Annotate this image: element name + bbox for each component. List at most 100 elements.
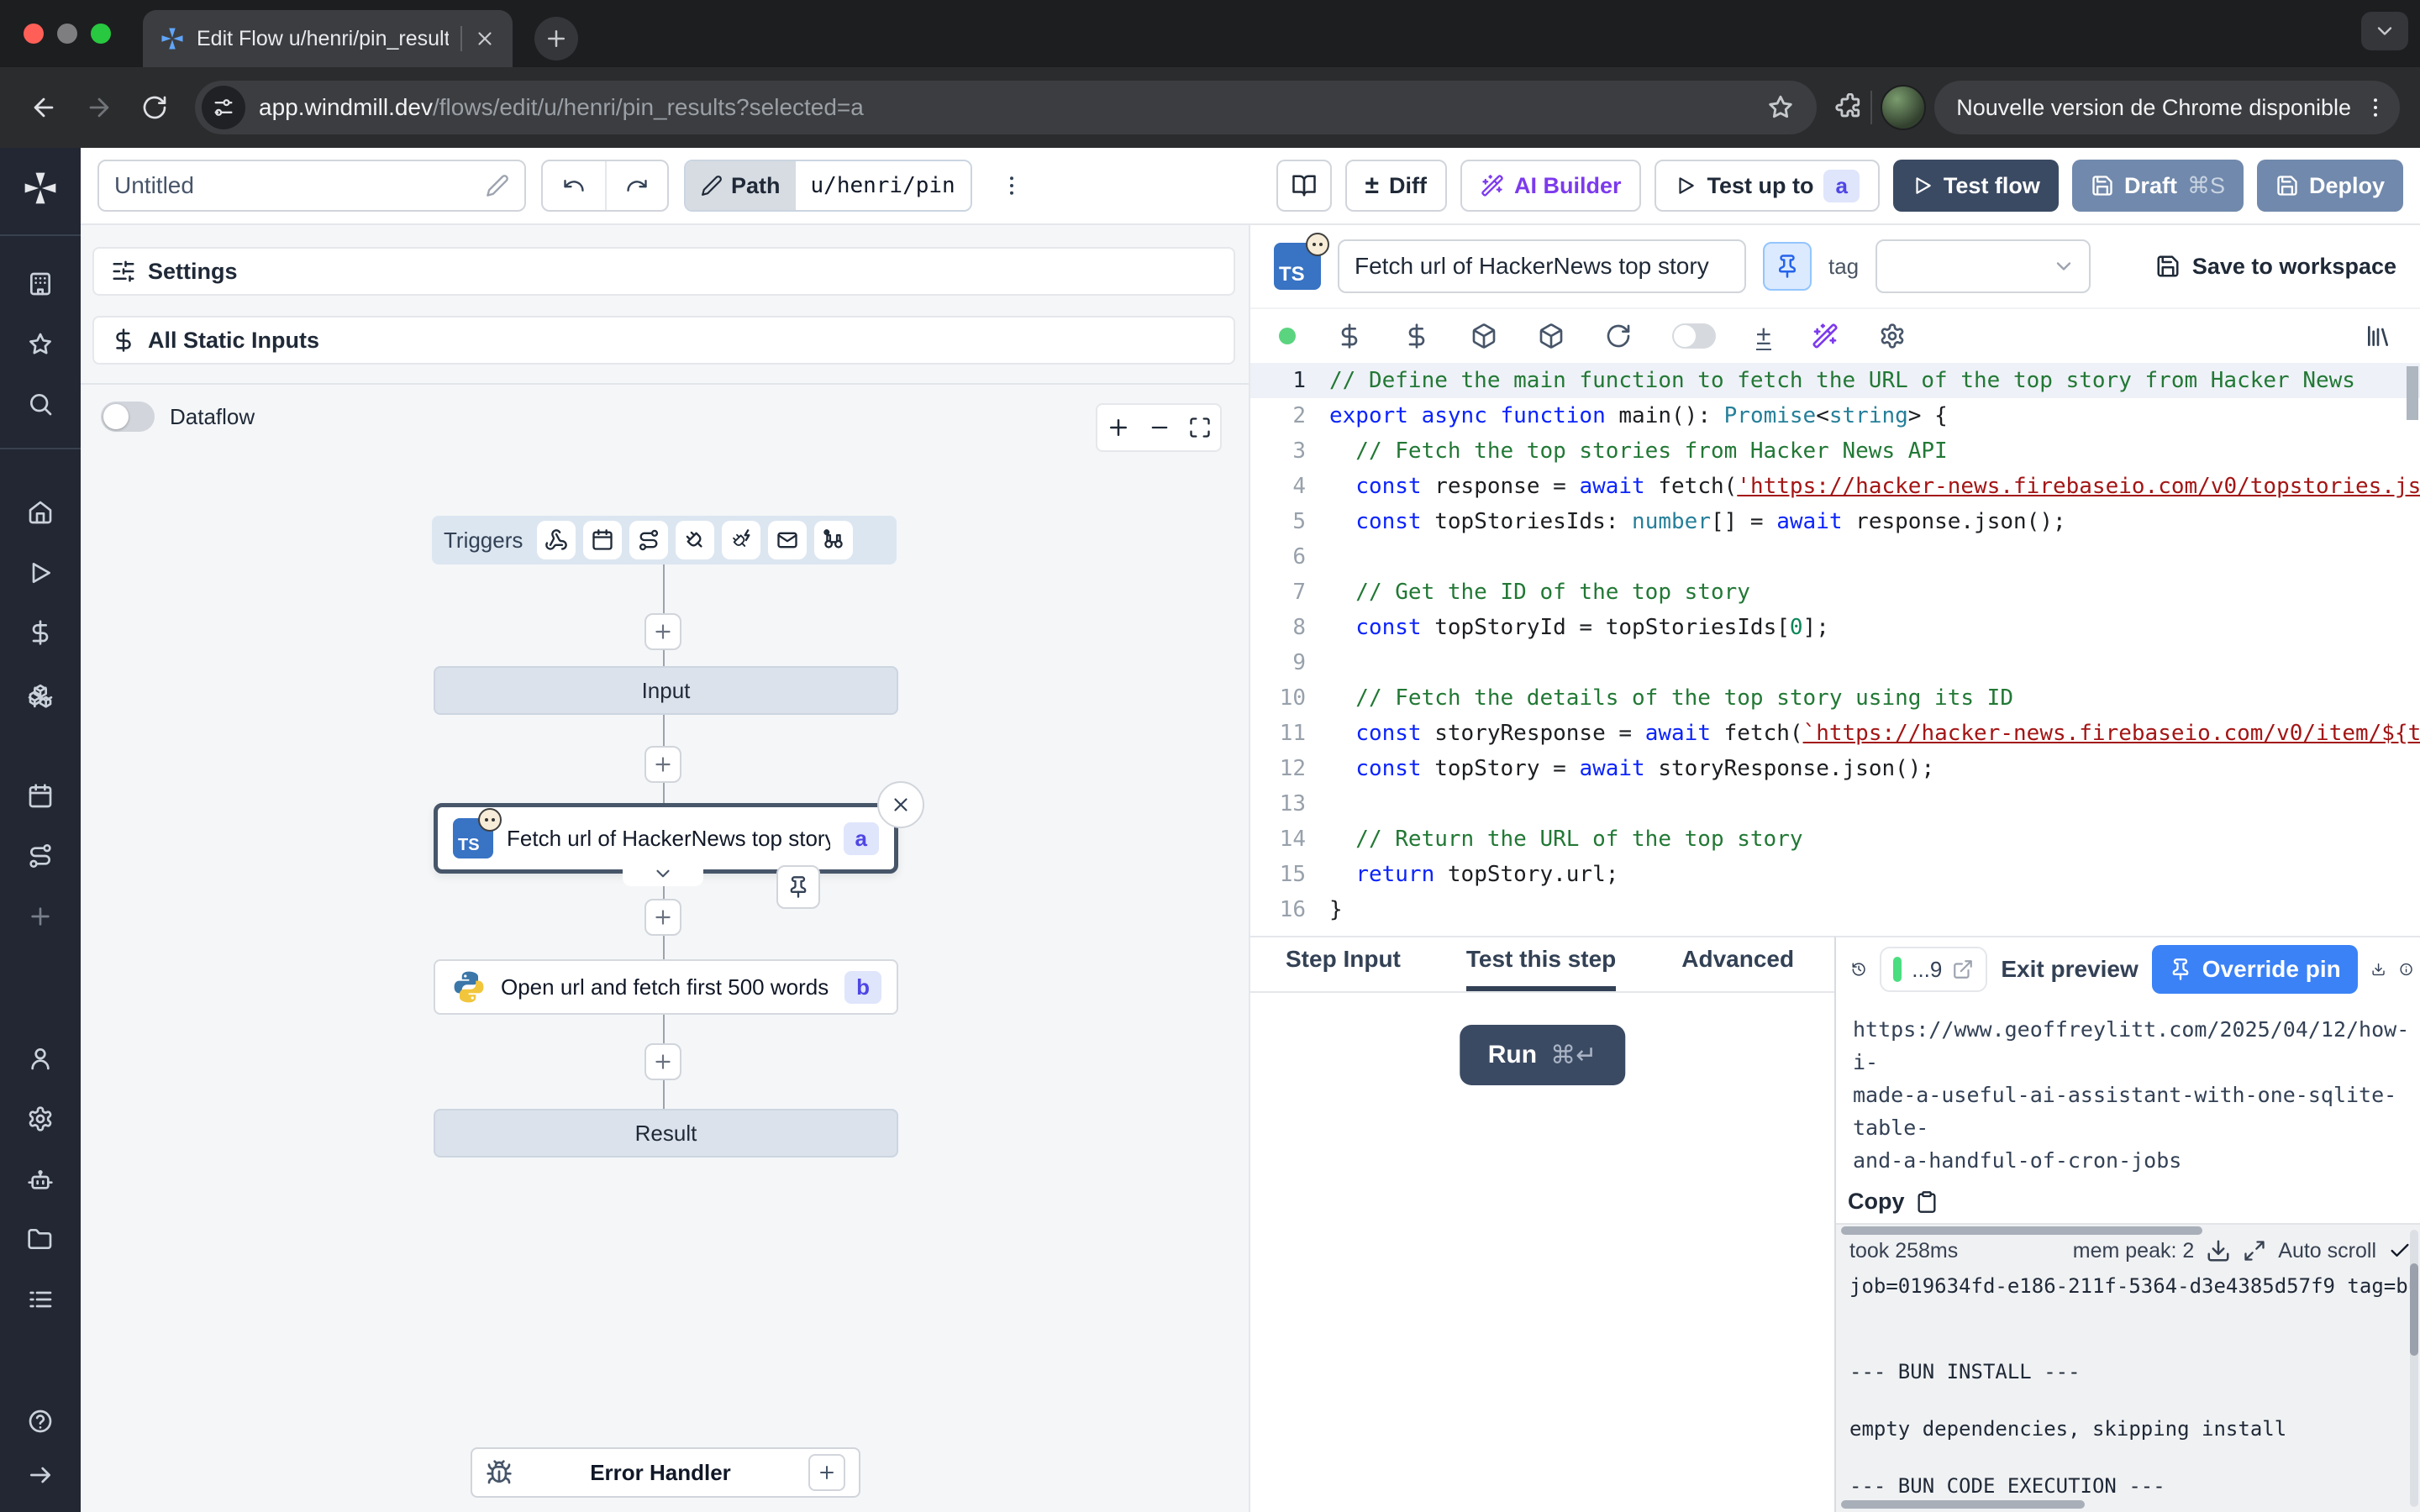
more-options-icon[interactable] — [999, 173, 1024, 198]
exit-preview-button[interactable]: Exit preview — [2001, 956, 2138, 983]
ai-builder-button[interactable]: AI Builder — [1460, 160, 1642, 212]
tab-step-input[interactable]: Step Input — [1286, 946, 1401, 991]
editor-settings-icon[interactable] — [1879, 323, 1906, 349]
zoom-in-icon[interactable] — [1106, 415, 1131, 440]
poll-trigger-icon[interactable] — [814, 521, 853, 559]
windmill-logo[interactable] — [0, 168, 81, 208]
code-line[interactable]: 15 return topStory.url; — [1250, 857, 2420, 892]
browser-tab[interactable]: Edit Flow u/henri/pin_results — [143, 10, 513, 67]
chrome-menu-icon[interactable] — [2363, 95, 2388, 120]
code-scrollbar[interactable] — [2407, 366, 2418, 420]
path-control[interactable]: Path u/henri/pin — [684, 160, 972, 212]
code-line[interactable]: 16} — [1250, 892, 2420, 927]
undo-button[interactable] — [543, 161, 605, 210]
auto-scroll-check-icon[interactable] — [2388, 1239, 2412, 1263]
job-run-pill[interactable]: ...9 — [1880, 947, 1987, 992]
lockfile-icon[interactable] — [1538, 323, 1565, 349]
close-window-button[interactable] — [24, 24, 44, 44]
profile-avatar[interactable] — [1881, 85, 1926, 130]
download-logs-icon[interactable] — [2206, 1238, 2231, 1263]
sidebar-item-runs[interactable] — [0, 553, 81, 593]
code-line[interactable]: 14 // Return the URL of the top story — [1250, 822, 2420, 857]
flow-name-input[interactable] — [97, 160, 526, 212]
sidebar-item-settings[interactable] — [0, 1099, 81, 1139]
code-line[interactable]: 13 — [1250, 786, 2420, 822]
add-step-button[interactable] — [644, 613, 681, 650]
log-horizontal-scrollbar[interactable] — [1841, 1226, 2202, 1235]
code-line[interactable]: 5 const topStoriesIds: number[] = await … — [1250, 504, 2420, 539]
sidebar-item-workspace[interactable] — [0, 264, 81, 304]
assistant-toggle[interactable] — [1672, 323, 1716, 349]
tag-select[interactable] — [1876, 239, 2091, 293]
diff-mode-icon[interactable]: ± — [1756, 322, 1771, 350]
delete-step-button[interactable] — [877, 781, 924, 828]
page-url[interactable]: app.windmill.dev/flows/edit/u/henri/pin_… — [259, 94, 864, 121]
back-button[interactable] — [20, 84, 67, 131]
save-to-workspace-button[interactable]: Save to workspace — [2155, 254, 2396, 280]
code-line[interactable]: 3 // Fetch the top stories from Hacker N… — [1250, 433, 2420, 469]
window-controls[interactable] — [24, 24, 111, 44]
new-tab-button[interactable] — [534, 17, 578, 60]
pin-step-button[interactable] — [1763, 242, 1812, 291]
sidebar-item-flows[interactable] — [0, 836, 81, 876]
pinned-step-icon[interactable] — [776, 865, 820, 909]
fit-view-icon[interactable] — [1188, 416, 1212, 439]
flow-name-field[interactable] — [114, 172, 476, 199]
code-editor[interactable]: 1// Define the main function to fetch th… — [1250, 363, 2420, 936]
sidebar-item-search[interactable] — [0, 384, 81, 424]
email-trigger-icon[interactable] — [768, 521, 807, 559]
sidebar-item-variables[interactable] — [0, 612, 81, 653]
dependencies-icon[interactable] — [1470, 323, 1497, 349]
bookmark-star-icon[interactable] — [1766, 93, 1795, 122]
redo-button[interactable] — [605, 161, 667, 210]
sidebar-item-help[interactable] — [0, 1401, 81, 1441]
log-vertical-scrollbar[interactable] — [2410, 1230, 2418, 1507]
override-pin-button[interactable]: Override pin — [2152, 945, 2358, 994]
code-line[interactable]: 12 const topStory = await storyResponse.… — [1250, 751, 2420, 786]
info-icon[interactable] — [2399, 956, 2413, 983]
webhook-trigger-icon[interactable] — [537, 521, 576, 559]
http-route-trigger-icon[interactable] — [629, 521, 668, 559]
sidebar-item-user[interactable] — [0, 1038, 81, 1079]
tab-test-this-step[interactable]: Test this step — [1466, 946, 1616, 991]
site-settings-icon[interactable] — [202, 86, 245, 129]
step-name-input[interactable] — [1338, 239, 1746, 293]
code-line[interactable]: 1// Define the main function to fetch th… — [1250, 363, 2420, 398]
log-horizontal-scrollbar[interactable] — [1841, 1500, 2085, 1509]
library-icon[interactable] — [2365, 323, 2391, 349]
external-link-icon[interactable] — [1952, 958, 1974, 980]
sidebar-item-favorites[interactable] — [0, 324, 81, 365]
add-variable-icon[interactable] — [1336, 323, 1363, 349]
websocket-trigger-icon[interactable] — [676, 521, 714, 559]
sidebar-item-folders[interactable] — [0, 1219, 81, 1259]
sidebar-item-workers[interactable] — [0, 1160, 81, 1200]
tab-search-button[interactable] — [2361, 12, 2408, 50]
ai-gen-icon[interactable] — [1812, 323, 1839, 349]
input-node[interactable]: Input — [434, 666, 898, 715]
test-flow-button[interactable]: Test flow — [1893, 160, 2059, 212]
code-line[interactable]: 6 — [1250, 539, 2420, 575]
extensions-icon[interactable] — [1833, 93, 1862, 122]
close-tab-icon[interactable] — [474, 28, 496, 50]
code-line[interactable]: 8 const topStoryId = topStoriesIds[0]; — [1250, 610, 2420, 645]
diff-button[interactable]: ±Diff — [1345, 160, 1447, 212]
copy-result-button[interactable]: Copy — [1848, 1189, 2420, 1215]
add-step-button[interactable] — [644, 746, 681, 783]
kafka-trigger-icon[interactable] — [722, 521, 760, 559]
chrome-update-button[interactable]: Nouvelle version de Chrome disponible — [1934, 81, 2400, 134]
forward-button[interactable] — [76, 84, 123, 131]
result-node[interactable]: Result — [434, 1109, 898, 1158]
history-icon[interactable] — [1851, 955, 1866, 984]
error-handler-node[interactable]: Error Handler — [471, 1447, 860, 1498]
address-bar[interactable]: app.windmill.dev/flows/edit/u/henri/pin_… — [195, 81, 1817, 134]
add-step-button[interactable] — [644, 1043, 681, 1080]
code-line[interactable]: 9 — [1250, 645, 2420, 680]
reload-deps-icon[interactable] — [1605, 323, 1632, 349]
code-line[interactable]: 2export async function main(): Promise<s… — [1250, 398, 2420, 433]
add-error-handler-button[interactable] — [808, 1454, 845, 1491]
add-step-button[interactable] — [644, 899, 681, 936]
sidebar-item-create[interactable] — [0, 896, 81, 937]
path-edit-button[interactable]: Path — [686, 161, 796, 210]
test-up-to-button[interactable]: Test up to a — [1655, 160, 1879, 212]
dataflow-toggle[interactable] — [101, 402, 155, 432]
